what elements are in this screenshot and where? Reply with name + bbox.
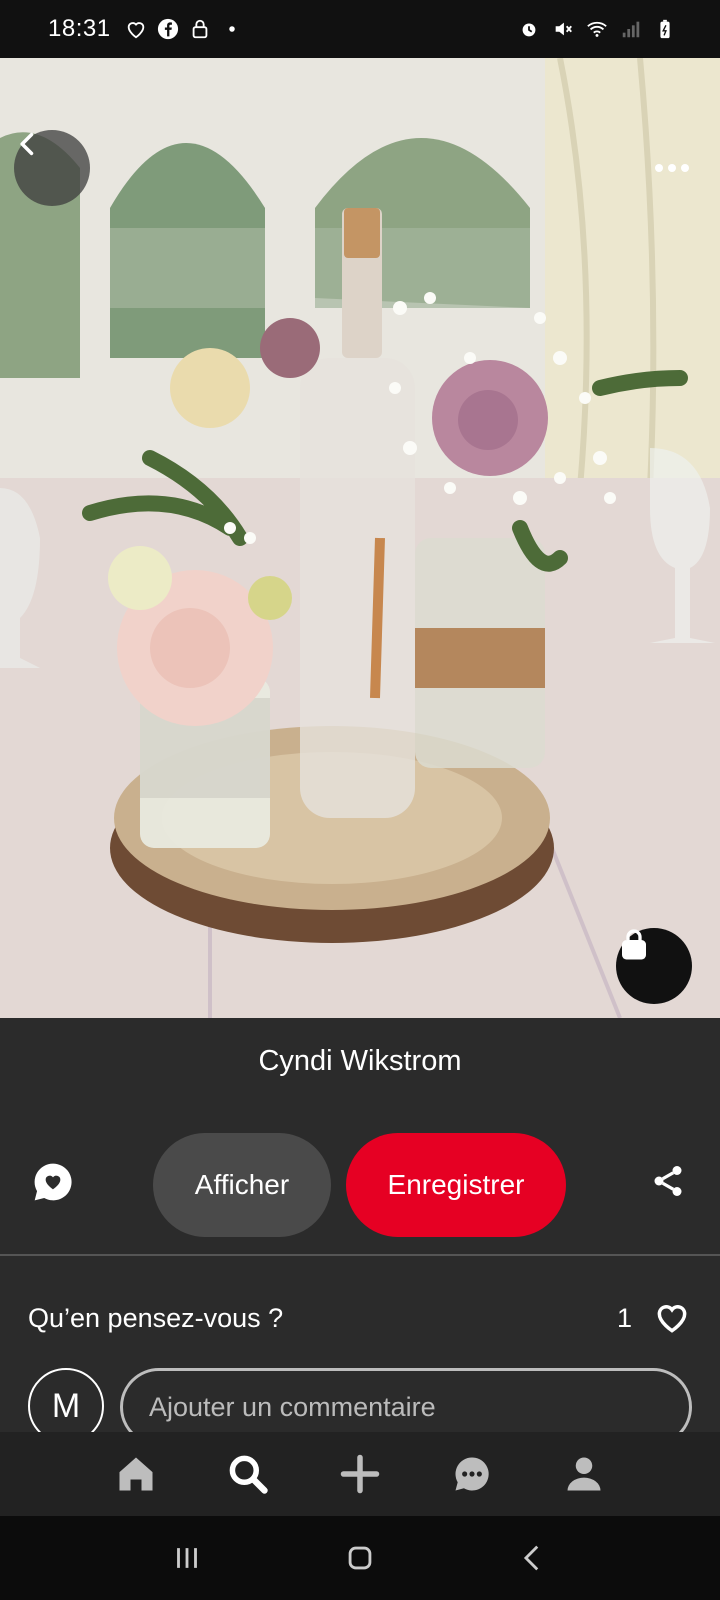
search-icon bbox=[229, 1455, 268, 1494]
chevron-left-icon bbox=[20, 132, 34, 156]
status-bar: 18:31 bbox=[0, 0, 720, 58]
chat-heart-icon bbox=[34, 1163, 72, 1201]
home-square-icon bbox=[348, 1546, 372, 1570]
dot-icon bbox=[228, 26, 235, 32]
nav-profile[interactable] bbox=[556, 1446, 612, 1502]
nav-messages[interactable] bbox=[444, 1446, 500, 1502]
more-dot-icon bbox=[655, 164, 663, 172]
nav-home[interactable] bbox=[108, 1446, 164, 1502]
recent-apps-button[interactable] bbox=[162, 1533, 212, 1583]
mute-icon bbox=[555, 22, 572, 36]
messages-icon bbox=[455, 1457, 489, 1491]
back-button[interactable] bbox=[14, 130, 90, 206]
divider bbox=[0, 1254, 720, 1256]
status-time: 18:31 bbox=[48, 15, 111, 42]
share-button[interactable] bbox=[646, 1159, 690, 1203]
facebook-icon bbox=[157, 18, 178, 40]
action-row: Afficher Enregistrer bbox=[0, 1133, 720, 1239]
nav-add[interactable] bbox=[332, 1446, 388, 1502]
feedback-row: Qu’en pensez-vous ? 1 bbox=[28, 1298, 692, 1338]
recent-apps-icon bbox=[176, 1548, 197, 1568]
alarm-icon bbox=[522, 23, 536, 37]
signal-icon bbox=[622, 21, 640, 38]
lock-icon bbox=[192, 19, 207, 39]
home-icon bbox=[119, 1457, 153, 1491]
home-system-button[interactable] bbox=[335, 1533, 385, 1583]
shopping-bag-icon bbox=[622, 929, 646, 960]
shop-button[interactable] bbox=[616, 928, 692, 1004]
back-chevron-icon bbox=[524, 1545, 539, 1571]
wifi-icon bbox=[587, 21, 607, 37]
view-button[interactable]: Afficher bbox=[153, 1133, 331, 1237]
feedback-question: Qu’en pensez-vous ? bbox=[28, 1302, 284, 1333]
status-icons-right bbox=[518, 18, 676, 40]
comment-button[interactable] bbox=[28, 1157, 78, 1207]
more-options-button[interactable] bbox=[648, 148, 696, 188]
pin-image[interactable] bbox=[0, 58, 720, 1018]
heart-icon bbox=[657, 1305, 687, 1333]
back-system-button[interactable] bbox=[508, 1533, 558, 1583]
add-icon bbox=[340, 1454, 380, 1494]
battery-icon bbox=[660, 19, 670, 39]
more-dot-icon bbox=[668, 164, 676, 172]
system-nav-bar bbox=[0, 1516, 720, 1600]
like-count: 1 bbox=[616, 1302, 632, 1333]
save-button[interactable]: Enregistrer bbox=[346, 1133, 566, 1237]
like-button[interactable] bbox=[652, 1298, 692, 1338]
more-dot-icon bbox=[681, 164, 689, 172]
status-icons-left bbox=[125, 18, 243, 40]
share-icon bbox=[654, 1166, 682, 1196]
bottom-nav bbox=[0, 1432, 720, 1516]
heart-icon bbox=[127, 22, 144, 39]
nav-search[interactable] bbox=[220, 1446, 276, 1502]
profile-icon bbox=[567, 1457, 601, 1491]
centerpiece-photo bbox=[0, 58, 720, 1018]
pin-author-name[interactable]: Cyndi Wikstrom bbox=[0, 1045, 720, 1078]
